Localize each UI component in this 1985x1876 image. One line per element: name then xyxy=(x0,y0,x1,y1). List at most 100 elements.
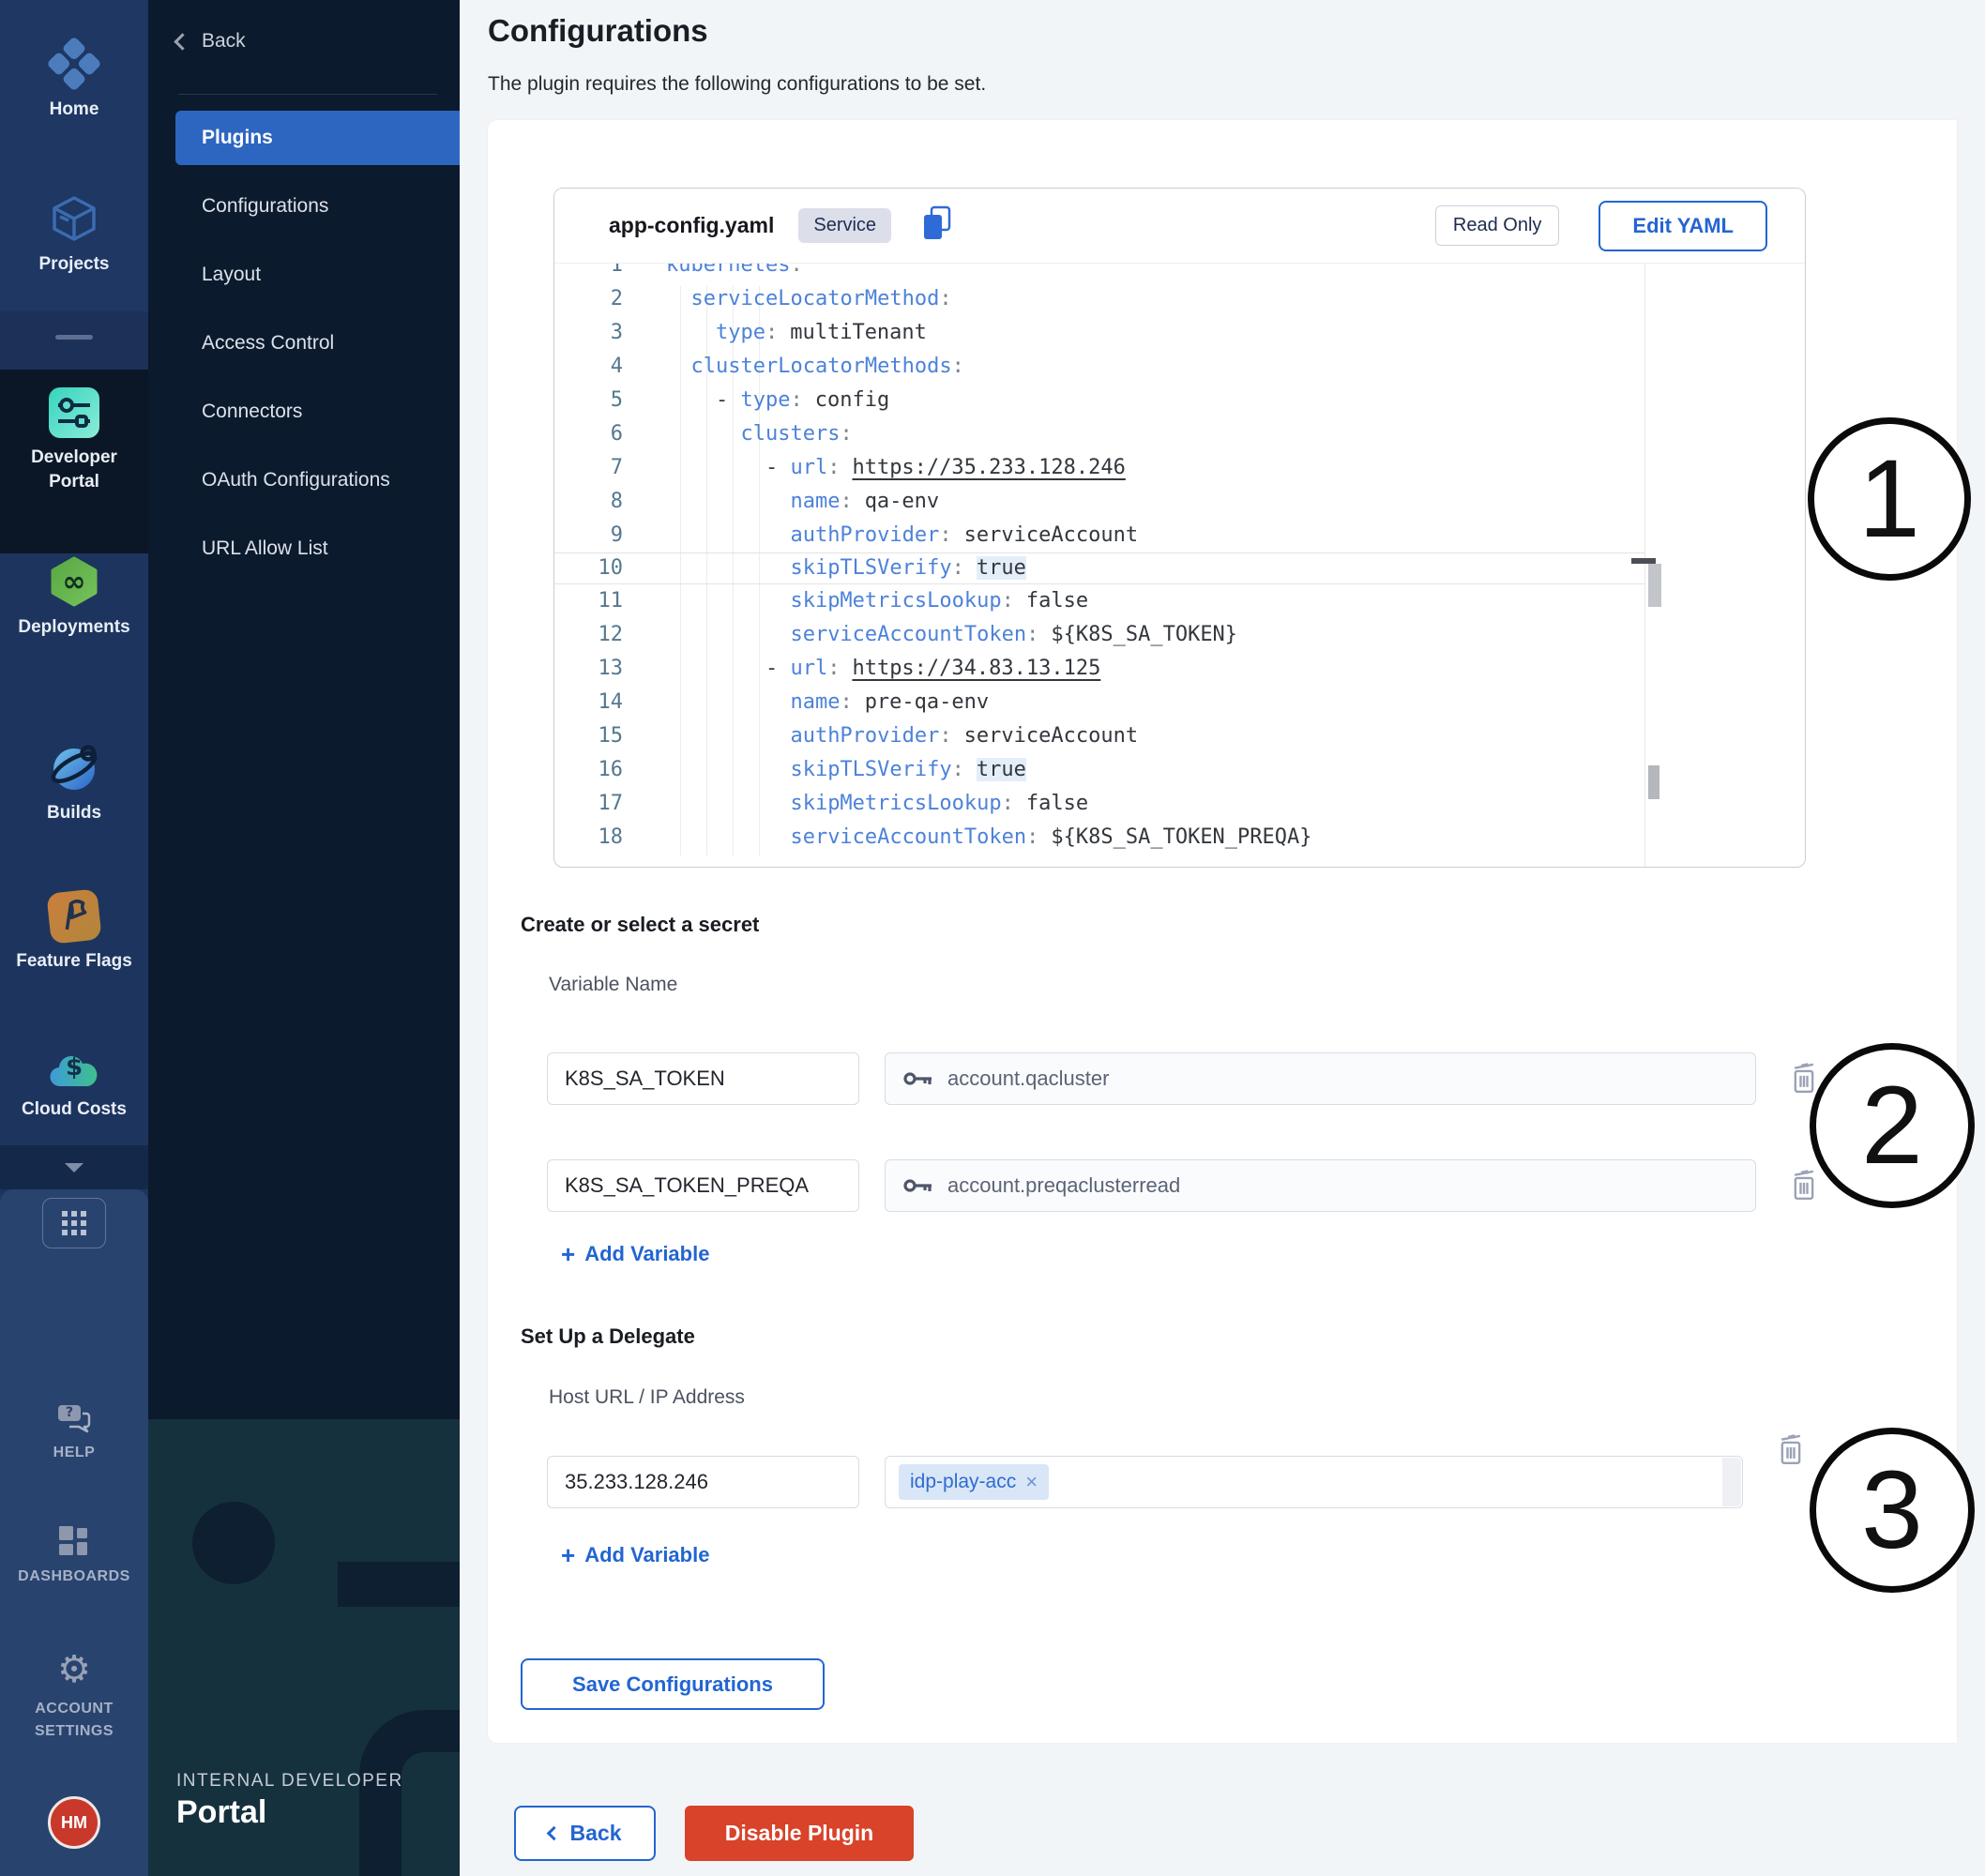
line-number: 1 xyxy=(554,264,623,282)
back-button[interactable]: Back xyxy=(514,1806,656,1861)
line-number: 6 xyxy=(554,417,623,451)
annotation-circle-2: 2 xyxy=(1810,1043,1975,1208)
trash-icon xyxy=(1775,1431,1807,1467)
delegate-heading: Set Up a Delegate xyxy=(521,1324,695,1349)
secondary-sidebar: Back Plugins ConfigurationsLayoutAccess C… xyxy=(148,0,460,1876)
code-line: 16 skipTLSVerify:true xyxy=(554,753,1644,787)
variable-name-label: Variable Name xyxy=(549,974,677,996)
yaml-editor: app-config.yaml Service Read Only Edit Y… xyxy=(553,188,1806,868)
code-viewport[interactable]: 1 kubernetes: 2 serviceLocatorMethod: 3 … xyxy=(554,264,1805,868)
sidebar-item-label: Home xyxy=(8,98,140,122)
sidebar-item-developer-portal[interactable]: Developer Portal xyxy=(0,387,148,494)
scrollbar-separator xyxy=(1644,264,1645,868)
sidebar-item-builds[interactable]: Builds xyxy=(0,741,148,825)
delete-variable-button[interactable] xyxy=(1788,1060,1820,1098)
sidebar-item-projects[interactable]: Projects xyxy=(0,192,148,277)
cloud-costs-icon: $ xyxy=(48,1049,100,1090)
dashboards-icon xyxy=(57,1524,91,1558)
delegate-tag-field[interactable]: idp-play-acc × xyxy=(885,1456,1743,1508)
projects-cube-icon xyxy=(48,192,100,245)
sidebar-item-feature-flags[interactable]: Feature Flags xyxy=(0,891,148,974)
dollar-glyph: $ xyxy=(48,1049,100,1090)
sidebar-item-dashboards[interactable]: DASHBOARDS xyxy=(0,1524,148,1588)
disable-plugin-button[interactable]: Disable Plugin xyxy=(685,1806,914,1861)
tag-field-scroll-strip xyxy=(1722,1458,1741,1506)
line-number: 9 xyxy=(554,519,623,552)
code-line: 18 serviceAccountToken:${K8S_SA_TOKEN_PR… xyxy=(554,821,1644,855)
sidebar-item-deployments[interactable]: ∞ Deployments xyxy=(0,555,148,640)
secret-rows: account.qacluster xyxy=(547,1052,1820,1266)
variable-name-input[interactable] xyxy=(547,1052,859,1105)
infinity-glyph: ∞ xyxy=(48,555,100,608)
code-line: 13 - url:https://34.83.13.125 xyxy=(554,652,1644,686)
chevron-down-icon xyxy=(65,1163,83,1172)
sidebar-item-home[interactable]: Home xyxy=(0,38,148,122)
sidebar-item-label: Projects xyxy=(8,252,140,277)
code-line: 17 skipMetricsLookup:false xyxy=(554,787,1644,821)
module-grid-button[interactable] xyxy=(42,1198,106,1248)
user-avatar[interactable]: HM xyxy=(48,1796,100,1849)
sidebar-item-label: Builds xyxy=(8,801,140,825)
editor-header: app-config.yaml Service Read Only Edit Y… xyxy=(554,189,1805,264)
delegate-chip: idp-play-acc × xyxy=(899,1464,1049,1500)
back-label: Back xyxy=(202,30,246,53)
secondary-nav-item[interactable]: Connectors xyxy=(148,377,460,446)
feature-flags-icon xyxy=(46,888,101,944)
line-number: 3 xyxy=(554,316,623,350)
secret-selector[interactable]: account.qacluster xyxy=(885,1052,1756,1105)
save-configurations-button[interactable]: Save Configurations xyxy=(521,1658,825,1710)
code-line: 9 authProvider:serviceAccount xyxy=(554,519,1644,552)
sidebar-item-cloud-costs[interactable]: $ Cloud Costs xyxy=(0,1049,148,1122)
trash-icon xyxy=(1788,1167,1820,1203)
sidebar-item-label: DASHBOARDS xyxy=(8,1566,140,1588)
secondary-nav-item[interactable]: Access Control xyxy=(148,309,460,377)
sidebar-collapse-strip[interactable] xyxy=(0,1145,148,1189)
chip-remove-icon[interactable]: × xyxy=(1025,1470,1038,1494)
chevron-left-icon xyxy=(174,33,190,50)
brand-title: Portal xyxy=(176,1794,266,1831)
service-badge: Service xyxy=(798,208,891,243)
line-number: 17 xyxy=(554,787,623,821)
line-number: 18 xyxy=(554,821,623,855)
code-lines: 1 kubernetes: 2 serviceLocatorMethod: 3 … xyxy=(554,264,1644,855)
add-variable-label: Add Variable xyxy=(584,1543,709,1567)
edit-yaml-button[interactable]: Edit YAML xyxy=(1599,201,1767,251)
add-delegate-variable-button[interactable]: + Add Variable xyxy=(561,1543,709,1567)
secret-selector[interactable]: account.preqaclusterread xyxy=(885,1159,1756,1212)
deployments-icon: ∞ xyxy=(48,555,100,608)
configurations-card: app-config.yaml Service Read Only Edit Y… xyxy=(488,120,1957,1743)
secondary-nav-item[interactable]: Configurations xyxy=(148,172,460,240)
primary-sidebar: Home Projects Developer Portal ∞ Deploym… xyxy=(0,0,148,1876)
code-line: 12 serviceAccountToken:${K8S_SA_TOKEN} xyxy=(554,618,1644,652)
brand-kicker: INTERNAL DEVELOPER xyxy=(176,1771,403,1792)
question-glyph: ? xyxy=(54,1402,84,1423)
delete-delegate-button[interactable] xyxy=(1775,1431,1807,1470)
secondary-nav-item[interactable]: Layout xyxy=(148,240,460,309)
line-number: 15 xyxy=(554,719,623,753)
line-number: 4 xyxy=(554,350,623,384)
sidebar-item-help[interactable]: ? HELP xyxy=(0,1402,148,1464)
code-line: 1 kubernetes: xyxy=(554,264,1644,282)
secondary-nav-item[interactable]: OAuth Configurations xyxy=(148,446,460,514)
help-icon: ? xyxy=(54,1402,94,1434)
variable-name-input[interactable] xyxy=(547,1159,859,1212)
delete-variable-button[interactable] xyxy=(1788,1167,1820,1205)
line-number: 13 xyxy=(554,652,623,686)
code-line: 10 skipTLSVerify:true xyxy=(554,552,1644,584)
copy-icon[interactable] xyxy=(919,204,955,248)
add-variable-button[interactable]: + Add Variable xyxy=(561,1242,709,1266)
line-number: 16 xyxy=(554,753,623,787)
line-number: 10 xyxy=(554,553,623,583)
host-url-input[interactable] xyxy=(547,1456,859,1508)
secondary-nav: Plugins ConfigurationsLayoutAccess Contro… xyxy=(148,111,460,582)
secrets-heading: Create or select a secret xyxy=(521,913,759,937)
code-line: 11 skipMetricsLookup:false xyxy=(554,584,1644,618)
secondary-nav-item[interactable]: Plugins xyxy=(175,111,460,165)
secondary-nav-item[interactable]: URL Allow List xyxy=(148,514,460,582)
sidebar-divider-section xyxy=(0,311,148,370)
sidebar-item-account-settings[interactable]: ⚙ ACCOUNT SETTINGS xyxy=(0,1649,148,1743)
scrollbar-thumb[interactable] xyxy=(1648,564,1661,607)
sidebar-item-label: Developer Portal xyxy=(8,446,140,494)
nav-back-button[interactable]: Back xyxy=(176,30,246,53)
line-number: 5 xyxy=(554,384,623,417)
